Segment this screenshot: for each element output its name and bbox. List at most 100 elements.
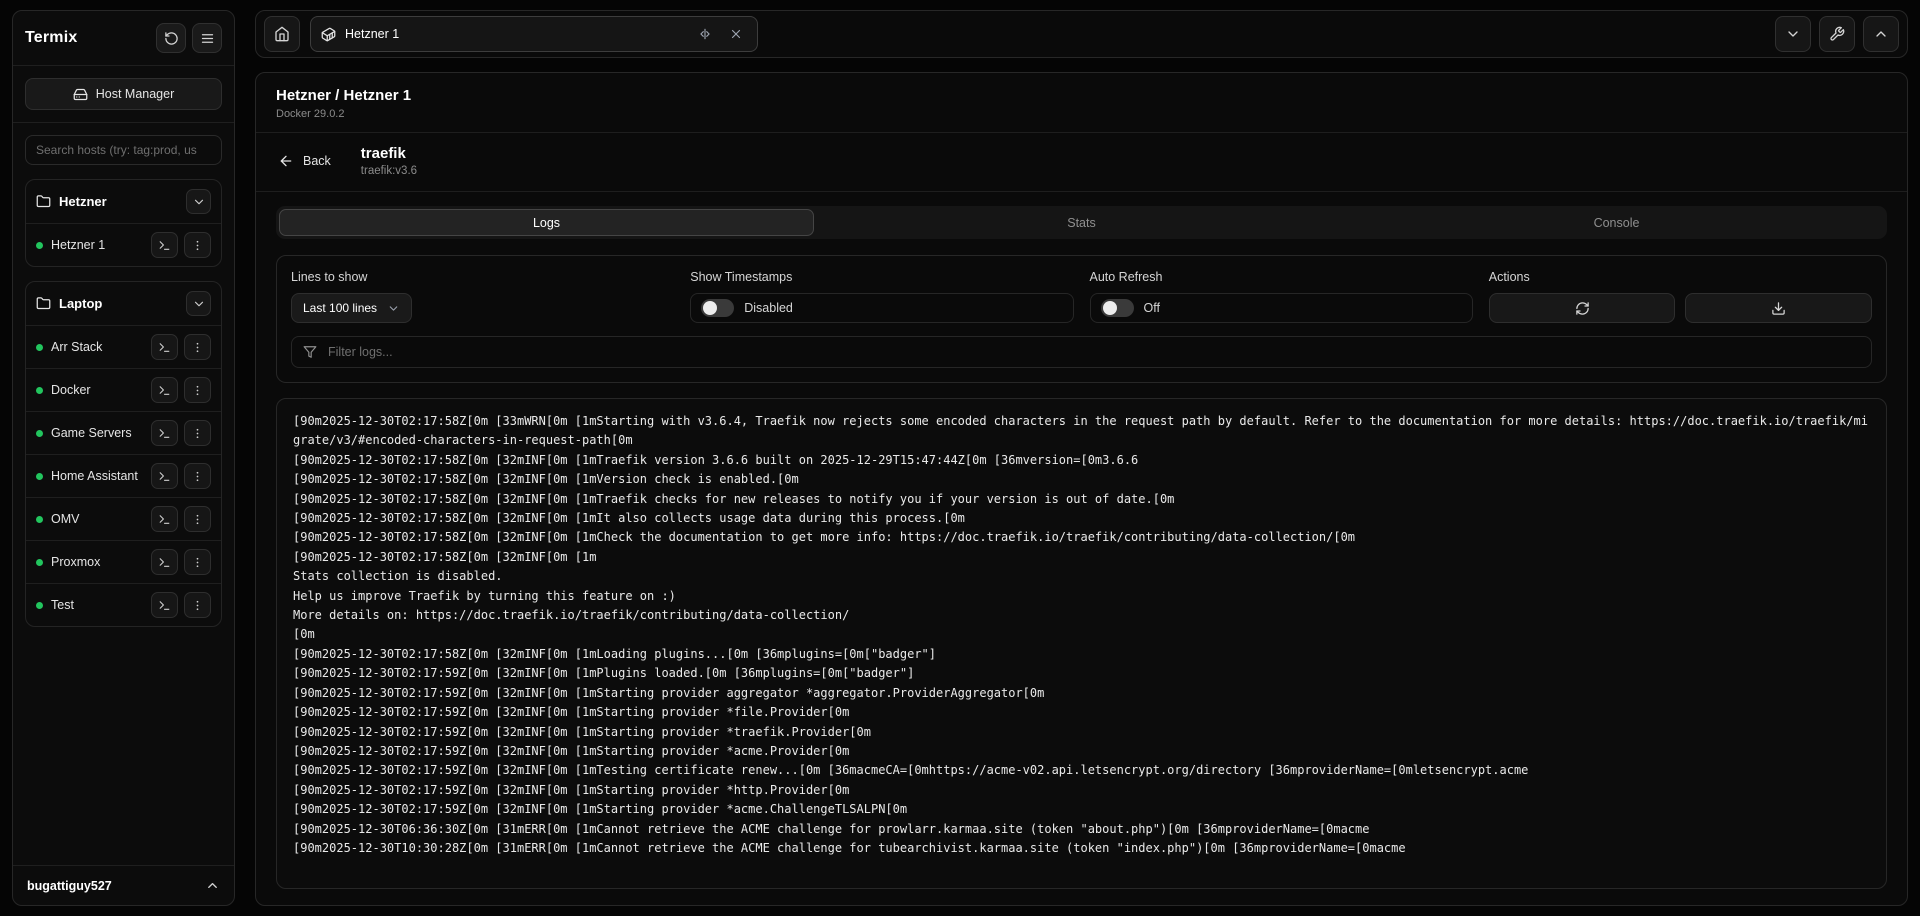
sidebar-groups: Hetzner Hetzner 1 Laptop [13, 167, 234, 865]
tab-stats[interactable]: Stats [814, 209, 1349, 236]
host-connect-button[interactable] [151, 463, 178, 489]
host-status-dot [36, 430, 43, 437]
lines-to-show-select[interactable]: Last 100 lines [291, 293, 412, 323]
host-row-arr-stack[interactable]: Arr Stack [26, 325, 221, 368]
back-button[interactable]: Back [276, 149, 333, 173]
host-menu-button[interactable] [184, 334, 211, 360]
timestamps-state: Disabled [744, 301, 793, 315]
tab-console[interactable]: Console [1349, 209, 1884, 236]
host-row-hetzner-1[interactable]: Hetzner 1 [26, 223, 221, 266]
host-connect-button[interactable] [151, 592, 178, 618]
host-row-home-assistant[interactable]: Home Assistant [26, 454, 221, 497]
view-tabs: LogsStatsConsole [276, 206, 1887, 239]
host-name: Proxmox [51, 554, 139, 571]
sidebar-menu-button[interactable] [192, 23, 222, 53]
main-area: Hetzner 1 [255, 10, 1908, 906]
sidebar-header: Termix [13, 11, 234, 66]
filter-logs-input[interactable] [291, 336, 1872, 368]
log-line: Stats collection is disabled. [293, 567, 1870, 586]
more-vertical-icon [191, 599, 204, 612]
host-name: Game Servers [51, 425, 139, 442]
host-connect-button[interactable] [151, 506, 178, 532]
expand-panel-button[interactable] [1863, 16, 1899, 52]
menu-icon [200, 31, 215, 46]
tab-label: Hetzner 1 [345, 27, 685, 41]
log-line: [90m2025-12-30T02:17:59Z[0m [32mINF[0m [… [293, 664, 1870, 683]
home-button[interactable] [264, 16, 300, 52]
host-manager-button[interactable]: Host Manager [25, 78, 222, 110]
log-line: [0m [293, 625, 1870, 644]
close-tab-button[interactable] [725, 23, 747, 45]
host-manager-label: Host Manager [96, 87, 175, 101]
timestamps-toggle[interactable] [701, 299, 734, 317]
log-line: [90m2025-12-30T02:17:59Z[0m [32mINF[0m [… [293, 761, 1870, 780]
host-connect-button[interactable] [151, 377, 178, 403]
host-menu-button[interactable] [184, 506, 211, 532]
refresh-logs-button[interactable] [1489, 293, 1676, 323]
log-line: Help us improve Traefik by turning this … [293, 587, 1870, 606]
chevron-up-icon [205, 878, 220, 893]
download-logs-button[interactable] [1685, 293, 1872, 323]
host-menu-button[interactable] [184, 232, 211, 258]
host-name: OMV [51, 511, 139, 528]
collapse-panel-button[interactable] [1775, 16, 1811, 52]
back-label: Back [303, 154, 331, 168]
group-collapse-button[interactable] [186, 291, 211, 316]
host-row-game-servers[interactable]: Game Servers [26, 411, 221, 454]
log-line: [90m2025-12-30T02:17:59Z[0m [32mINF[0m [… [293, 723, 1870, 742]
log-line: [90m2025-12-30T02:17:59Z[0m [32mINF[0m [… [293, 684, 1870, 703]
refresh-hosts-button[interactable] [156, 23, 186, 53]
group-label: Hetzner [59, 194, 178, 209]
log-line: [90m2025-12-30T02:17:58Z[0m [32mINF[0m [… [293, 509, 1870, 528]
log-line: [90m2025-12-30T02:17:58Z[0m [32mINF[0m [… [293, 548, 1870, 567]
host-connect-button[interactable] [151, 420, 178, 446]
rotate-ccw-icon [164, 31, 179, 46]
autorefresh-label: Auto Refresh [1090, 270, 1473, 284]
log-line: [90m2025-12-30T02:17:58Z[0m [32mINF[0m [… [293, 528, 1870, 547]
group-hosts: Hetzner 1 [26, 223, 221, 266]
host-manager-section: Host Manager [13, 66, 234, 123]
host-name: Docker [51, 382, 139, 399]
terminal-icon [158, 341, 171, 354]
split-view-button[interactable] [694, 23, 716, 45]
host-row-omv[interactable]: OMV [26, 497, 221, 540]
host-connect-button[interactable] [151, 334, 178, 360]
group-hosts: Arr Stack Docker Game Servers [26, 325, 221, 626]
host-menu-button[interactable] [184, 420, 211, 446]
more-vertical-icon [191, 556, 204, 569]
host-name: Arr Stack [51, 339, 139, 356]
host-menu-button[interactable] [184, 377, 211, 403]
host-row-proxmox[interactable]: Proxmox [26, 540, 221, 583]
autorefresh-toggle-box: Off [1090, 293, 1473, 323]
more-vertical-icon [191, 341, 204, 354]
host-group-header[interactable]: Laptop [26, 282, 221, 325]
host-row-docker[interactable]: Docker [26, 368, 221, 411]
group-collapse-button[interactable] [186, 189, 211, 214]
search-hosts-input[interactable] [25, 135, 222, 165]
tab-hetzner-1[interactable]: Hetzner 1 [310, 16, 758, 52]
tools-button[interactable] [1819, 16, 1855, 52]
tab-logs[interactable]: Logs [279, 209, 814, 236]
host-status-dot [36, 344, 43, 351]
host-name: Home Assistant [51, 468, 139, 485]
hard-drive-icon [73, 87, 88, 102]
terminal-icon [158, 470, 171, 483]
host-row-test[interactable]: Test [26, 583, 221, 626]
container-info: traefik traefik:v3.6 [361, 145, 417, 177]
more-vertical-icon [191, 470, 204, 483]
autorefresh-toggle[interactable] [1101, 299, 1134, 317]
log-line: [90m2025-12-30T02:17:59Z[0m [32mINF[0m [… [293, 800, 1870, 819]
host-menu-button[interactable] [184, 592, 211, 618]
host-group-header[interactable]: Hetzner [26, 180, 221, 223]
close-icon [729, 27, 743, 41]
host-connect-button[interactable] [151, 549, 178, 575]
host-menu-button[interactable] [184, 463, 211, 489]
arrow-left-icon [278, 153, 294, 169]
wrench-icon [1829, 26, 1845, 42]
log-output[interactable]: [90m2025-12-30T02:17:58Z[0m [33mWRN[0m [… [276, 398, 1887, 889]
host-menu-button[interactable] [184, 549, 211, 575]
group-label: Laptop [59, 296, 178, 311]
filter-section [291, 336, 1872, 368]
user-menu-collapse-button[interactable] [205, 878, 220, 893]
host-connect-button[interactable] [151, 232, 178, 258]
